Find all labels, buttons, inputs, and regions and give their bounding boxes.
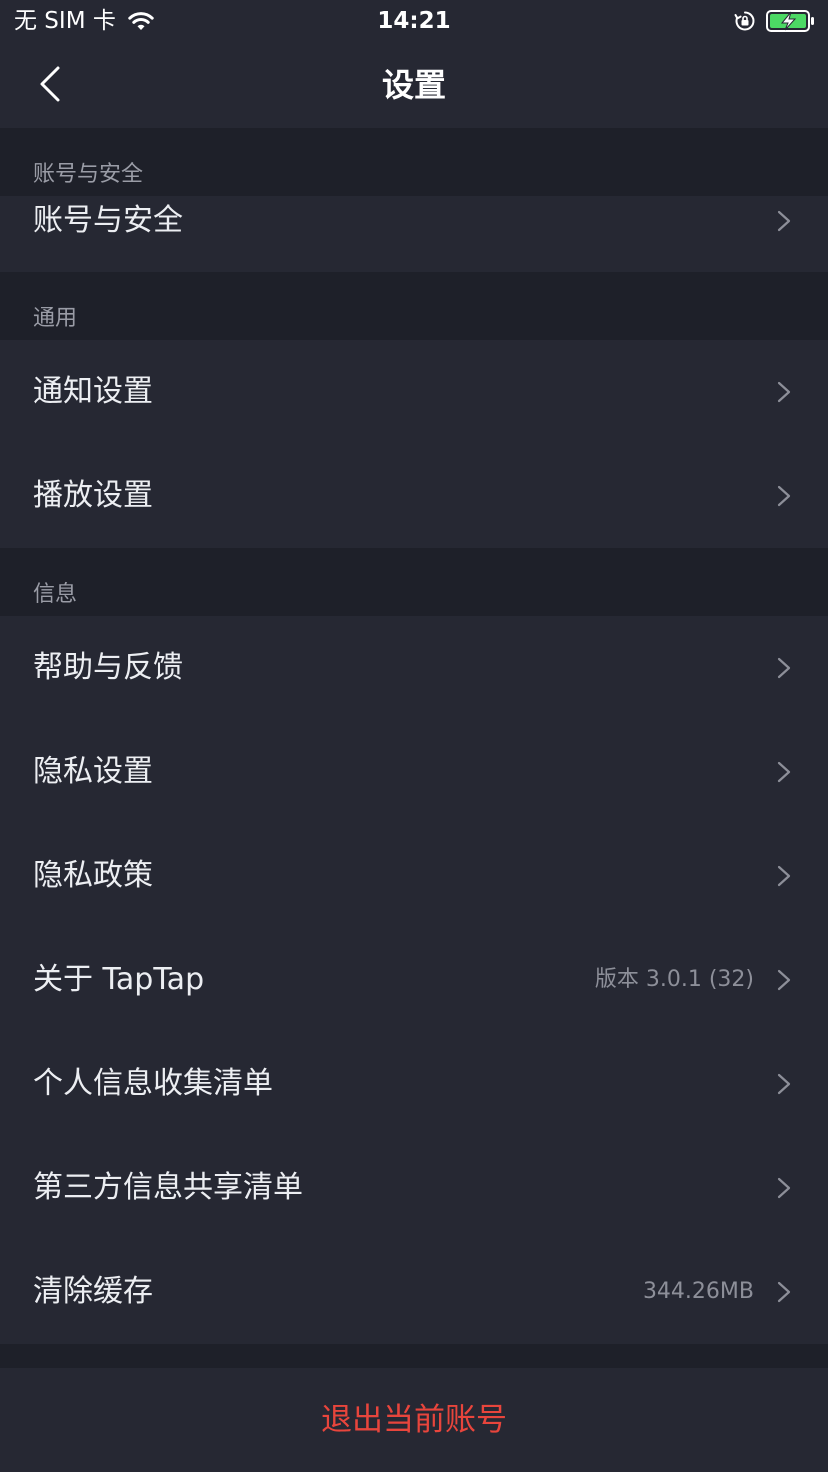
- settings-row-privacy-policy[interactable]: 隐私政策: [0, 824, 828, 928]
- settings-row-personal-info-list[interactable]: 个人信息收集清单: [0, 1032, 828, 1136]
- chevron-right-icon: [777, 969, 791, 991]
- settings-row-playback[interactable]: 播放设置: [0, 444, 828, 548]
- status-time: 14:21: [377, 8, 451, 34]
- section-header-account: 账号与安全: [0, 128, 828, 196]
- row-label: 清除缓存: [33, 1274, 153, 1309]
- battery-charging-icon: [766, 10, 814, 32]
- settings-row-privacy-settings[interactable]: 隐私设置: [0, 720, 828, 824]
- chevron-right-icon: [777, 657, 791, 679]
- section-divider: [0, 1344, 828, 1368]
- row-label: 隐私设置: [33, 754, 153, 789]
- navigation-bar: 设置: [0, 44, 828, 128]
- row-label: 账号与安全: [33, 203, 183, 238]
- settings-row-about[interactable]: 关于 TapTap 版本 3.0.1 (32): [0, 928, 828, 1032]
- row-label: 隐私政策: [33, 858, 153, 893]
- page-title: 设置: [381, 66, 446, 104]
- chevron-right-icon: [777, 1177, 791, 1199]
- orientation-lock-icon: [734, 11, 755, 31]
- logout-label: 退出当前账号: [321, 1402, 507, 1438]
- status-bar: 无 SIM 卡 14:21: [0, 0, 828, 44]
- section-header-info: 信息: [0, 548, 828, 616]
- section-header-general: 通用: [0, 272, 828, 340]
- row-label: 关于 TapTap: [33, 962, 205, 997]
- cache-size-value: 344.26MB: [642, 1279, 754, 1304]
- chevron-right-icon: [777, 1073, 791, 1095]
- row-label: 第三方信息共享清单: [33, 1170, 303, 1205]
- settings-row-account-security[interactable]: 账号与安全: [0, 196, 828, 272]
- chevron-right-icon: [777, 485, 791, 507]
- chevron-right-icon: [777, 1281, 791, 1303]
- chevron-right-icon: [777, 381, 791, 403]
- chevron-right-icon: [777, 761, 791, 783]
- section-header-label: 账号与安全: [33, 162, 144, 187]
- chevron-right-icon: [777, 210, 791, 232]
- settings-row-third-party-sharing[interactable]: 第三方信息共享清单: [0, 1136, 828, 1240]
- status-right-icons: [734, 7, 816, 35]
- row-label: 播放设置: [33, 478, 153, 513]
- row-label: 通知设置: [33, 374, 153, 409]
- logout-button[interactable]: 退出当前账号: [0, 1368, 828, 1472]
- row-label: 帮助与反馈: [33, 650, 183, 685]
- settings-row-help-feedback[interactable]: 帮助与反馈: [0, 616, 828, 720]
- chevron-right-icon: [777, 865, 791, 887]
- row-label: 个人信息收集清单: [33, 1066, 273, 1101]
- section-header-label: 通用: [33, 306, 78, 331]
- version-value: 版本 3.0.1 (32): [594, 967, 754, 992]
- settings-row-notification[interactable]: 通知设置: [0, 340, 828, 444]
- settings-row-clear-cache[interactable]: 清除缓存 344.26MB: [0, 1240, 828, 1344]
- section-header-label: 信息: [33, 582, 78, 607]
